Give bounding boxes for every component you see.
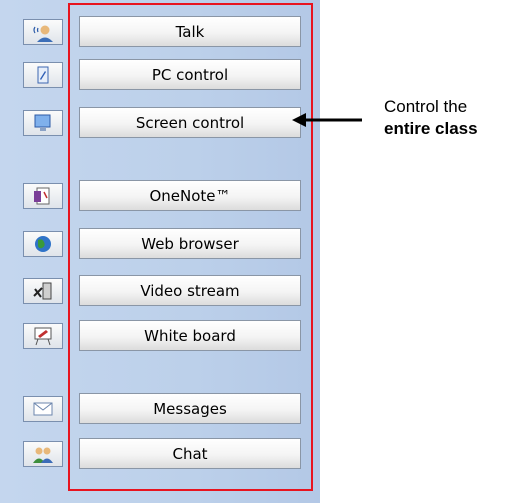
- white-board-row: White board: [23, 319, 301, 353]
- tool-panel: Talk PC control Screen control OneNote™ …: [0, 0, 320, 503]
- messages-icon[interactable]: [23, 396, 63, 422]
- onenote-row: OneNote™: [23, 179, 301, 213]
- pc-control-row: PC control: [23, 58, 301, 92]
- messages-row: Messages: [23, 392, 301, 426]
- web-browser-button[interactable]: Web browser: [79, 228, 301, 259]
- video-stream-row: Video stream: [23, 274, 301, 308]
- chat-button[interactable]: Chat: [79, 438, 301, 469]
- screen-control-row: Screen control: [23, 106, 301, 140]
- chat-icon[interactable]: [23, 441, 63, 467]
- callout-line-2: entire class: [384, 118, 478, 140]
- talk-icon[interactable]: [23, 19, 63, 45]
- screen-control-button[interactable]: Screen control: [79, 107, 301, 138]
- callout-text: Control the entire class: [384, 96, 478, 140]
- onenote-icon[interactable]: [23, 183, 63, 209]
- callout-line-1: Control the: [384, 97, 468, 116]
- video-stream-button[interactable]: Video stream: [79, 275, 301, 306]
- web-browser-row: Web browser: [23, 227, 301, 261]
- chat-row: Chat: [23, 437, 301, 471]
- white-board-button[interactable]: White board: [79, 320, 301, 351]
- pc-control-icon[interactable]: [23, 62, 63, 88]
- talk-row: Talk: [23, 15, 301, 49]
- talk-button[interactable]: Talk: [79, 16, 301, 47]
- white-board-icon[interactable]: [23, 323, 63, 349]
- pc-control-button[interactable]: PC control: [79, 59, 301, 90]
- video-stream-icon[interactable]: [23, 278, 63, 304]
- callout-emphasis: entire class: [384, 119, 478, 138]
- onenote-button[interactable]: OneNote™: [79, 180, 301, 211]
- callout-arrow-icon: [292, 113, 362, 127]
- messages-button[interactable]: Messages: [79, 393, 301, 424]
- web-browser-icon[interactable]: [23, 231, 63, 257]
- screen-control-icon[interactable]: [23, 110, 63, 136]
